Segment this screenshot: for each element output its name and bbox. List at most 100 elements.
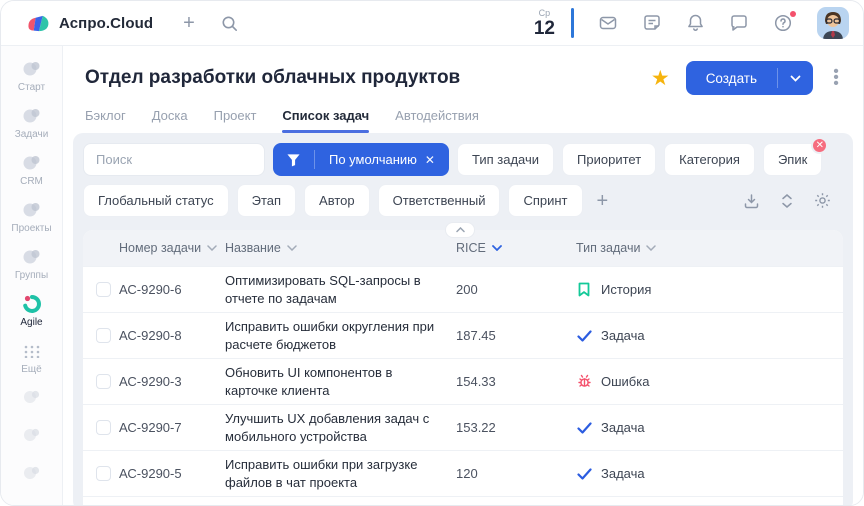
collapse-rows-icon[interactable] — [780, 193, 794, 209]
task-rice-value: 154.33 — [456, 374, 576, 389]
bell-icon[interactable] — [686, 13, 705, 33]
tab[interactable]: Автодействия — [395, 108, 479, 133]
table-row[interactable]: АС-9290-8 Исправить ошибки округления пр… — [83, 312, 843, 358]
task-number[interactable]: АС-9290-3 — [119, 374, 225, 389]
mail-icon[interactable] — [598, 13, 618, 33]
task-type-label: Ошибка — [601, 374, 649, 389]
sidebar-item-label: Старт — [18, 82, 45, 93]
funnel-icon[interactable] — [273, 143, 314, 176]
task-type-label: Задача — [601, 420, 645, 435]
avatar[interactable] — [817, 7, 849, 39]
column-header-rice[interactable]: RICE — [456, 241, 576, 255]
collapse-header-pill[interactable] — [445, 222, 475, 238]
filter-chip[interactable]: Эпик ✕ — [763, 143, 822, 176]
chip-clear-badge[interactable]: ✕ — [811, 137, 828, 154]
notification-dot — [790, 11, 796, 17]
table-row[interactable]: АС-9290-4 Разработать интеграцию с Teleg… — [83, 496, 843, 505]
sidebar-item-icon — [22, 200, 42, 220]
date-weekday: Ср — [539, 9, 551, 18]
tab[interactable]: Доска — [152, 108, 188, 133]
help-icon[interactable] — [773, 13, 793, 33]
column-header-label: RICE — [456, 241, 486, 255]
task-type-label: История — [601, 282, 651, 297]
task-title[interactable]: Улучшить UX добавления задач с мобильног… — [225, 410, 456, 445]
table-tools — [743, 192, 843, 209]
main-content: Отдел разработки облачных продуктов ★ Со… — [63, 46, 863, 505]
calendar-date-widget[interactable]: Ср 12 — [534, 9, 555, 38]
search-input[interactable] — [83, 143, 265, 176]
add-filter-button[interactable]: + — [591, 191, 615, 211]
task-type-icon — [576, 282, 592, 297]
column-header-type[interactable]: Тип задачи — [576, 241, 843, 255]
filter-chip[interactable]: Категория — [664, 143, 755, 176]
task-table: Номер задачи Название RICE Тип задачи — [83, 230, 843, 505]
tab[interactable]: Бэклог — [85, 108, 126, 133]
filter-chip-label: Автор — [319, 193, 355, 208]
sidebar-item[interactable]: Ещё — [1, 341, 62, 375]
filter-preset-button[interactable]: По умолчанию ✕ — [273, 143, 449, 176]
task-title[interactable]: Обновить UI компонентов в карточке клиен… — [225, 364, 456, 399]
tab[interactable]: Проект — [214, 108, 257, 133]
sidebar-item[interactable]: Задачи — [1, 106, 62, 140]
filter-chip[interactable]: Глобальный статус — [83, 184, 229, 217]
download-icon[interactable] — [743, 193, 760, 209]
row-checkbox[interactable] — [96, 282, 111, 297]
sidebar-item-label: Задачи — [15, 129, 49, 140]
create-button-label[interactable]: Создать — [686, 61, 777, 95]
task-type-icon — [576, 422, 592, 434]
more-options-icon[interactable]: ••• — [829, 69, 843, 87]
table-row[interactable]: АС-9290-5 Исправить ошибки при загрузке … — [83, 450, 843, 496]
header-actions: ★ Создать ••• — [651, 61, 843, 95]
task-title[interactable]: Разработать интеграцию с Telegram-ботом … — [225, 502, 456, 505]
create-button[interactable]: Создать — [686, 61, 813, 95]
quick-add-button[interactable]: + — [183, 13, 195, 33]
sidebar-item[interactable]: Группы — [1, 247, 62, 281]
faded-icon[interactable] — [22, 388, 42, 406]
filter-chip[interactable]: Этап — [237, 184, 296, 217]
task-title[interactable]: Оптимизировать SQL-запросы в отчете по з… — [225, 272, 456, 307]
row-checkbox[interactable] — [96, 374, 111, 389]
create-dropdown-caret[interactable] — [778, 61, 813, 95]
filter-chip[interactable]: Спринт — [508, 184, 582, 217]
row-checkbox[interactable] — [96, 328, 111, 343]
task-title[interactable]: Исправить ошибки округления при расчете … — [225, 318, 456, 353]
task-type-cell: Задача — [576, 328, 843, 343]
column-header-label: Название — [225, 241, 281, 255]
search-icon[interactable] — [221, 15, 238, 32]
sidebar-item[interactable]: CRM — [1, 153, 62, 187]
sidebar-item[interactable]: Проекты — [1, 200, 62, 234]
sidebar-item[interactable]: Agile — [1, 294, 62, 328]
task-title[interactable]: Исправить ошибки при загрузке файлов в ч… — [225, 456, 456, 491]
preset-clear-icon[interactable]: ✕ — [425, 153, 435, 167]
filter-chip[interactable]: Автор — [304, 184, 370, 217]
preset-label[interactable]: По умолчанию ✕ — [315, 143, 449, 176]
task-number[interactable]: АС-9290-5 — [119, 466, 225, 481]
row-checkbox[interactable] — [96, 420, 111, 435]
brand-logo[interactable]: Аспро.Cloud — [27, 13, 153, 34]
filter-chip-label: Глобальный статус — [98, 193, 214, 208]
faded-icon[interactable] — [22, 426, 42, 444]
task-number[interactable]: АС-9290-6 — [119, 282, 225, 297]
filter-chip[interactable]: Тип задачи — [457, 143, 554, 176]
task-number[interactable]: АС-9290-8 — [119, 328, 225, 343]
chat-icon[interactable] — [729, 13, 749, 33]
sidebar-item[interactable]: Старт — [1, 59, 62, 93]
row-checkbox[interactable] — [96, 466, 111, 481]
column-header-title[interactable]: Название — [225, 241, 456, 255]
note-icon[interactable] — [642, 13, 662, 33]
filter-chip-label: Приоритет — [577, 152, 641, 167]
tab[interactable]: Список задач — [282, 108, 369, 133]
favorite-star-icon[interactable]: ★ — [651, 68, 670, 89]
column-header-number[interactable]: Номер задачи — [119, 241, 225, 255]
filter-chip-label: Категория — [679, 152, 740, 167]
faded-icon[interactable] — [22, 464, 42, 482]
table-row[interactable]: АС-9290-6 Оптимизировать SQL-запросы в о… — [83, 266, 843, 312]
filter-chip[interactable]: Ответственный — [378, 184, 501, 217]
task-number[interactable]: АС-9290-7 — [119, 420, 225, 435]
sidebar-item-icon — [23, 341, 41, 361]
table-row[interactable]: АС-9290-3 Обновить UI компонентов в карт… — [83, 358, 843, 404]
page-header: Отдел разработки облачных продуктов ★ Со… — [63, 46, 863, 95]
filter-chip[interactable]: Приоритет — [562, 143, 656, 176]
gear-icon[interactable] — [814, 192, 831, 209]
table-row[interactable]: АС-9290-7 Улучшить UX добавления задач с… — [83, 404, 843, 450]
